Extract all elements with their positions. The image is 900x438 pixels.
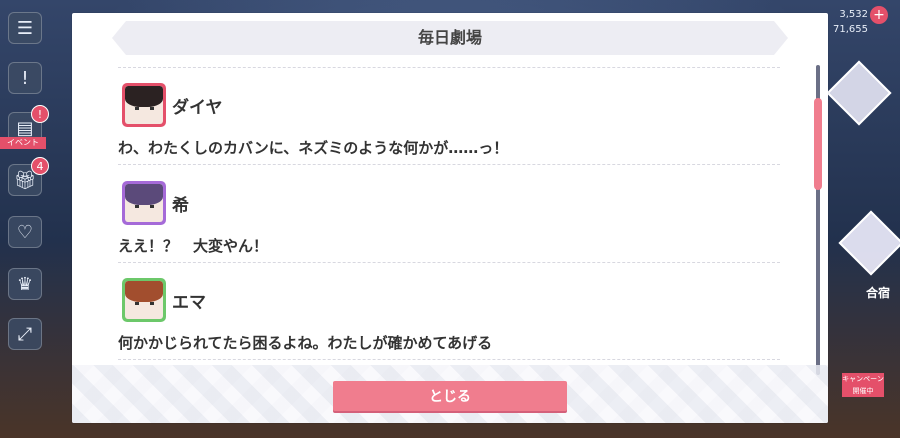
divider [118,67,780,68]
dialog-line: わ、わたくしのカバンに、ネズミのような何かが……っ！ [118,139,509,157]
campaign-tag: キャンペーン開催中 [842,373,884,397]
dialog-line: 何かかじられてたら困るよね。わたしが確かめてあげる [118,334,493,352]
event-tag: イベント [0,137,46,149]
character-face [125,184,163,222]
speaker-name: 希 [172,196,189,216]
avatar [122,181,166,225]
dialog-line: ええ！？ 大変やん！ [118,237,269,255]
present-count-badge: 4 [31,157,49,175]
side-menu: ☰ ! ▤ ! イベント 🎁︎ 4 ♡ ♛ ⤢ [0,0,60,438]
avatar [122,278,166,322]
event-icon: ▤ [16,117,34,139]
notification-badge: ! [31,105,49,123]
fullscreen-button[interactable]: ⤢ [8,318,42,350]
character-face [125,86,163,124]
trophy-button[interactable]: ♛ [8,268,42,300]
trophy-icon: ♛ [16,273,34,295]
diamond-decoration [826,60,892,126]
info-icon: ! [21,67,29,89]
speaker-name: ダイヤ [172,98,223,118]
modal-header: 毎日劇場 [112,21,788,55]
notice-button[interactable]: ! [8,62,42,94]
scrollbar-thumb[interactable] [814,98,822,190]
divider [118,164,780,165]
diamond-decoration-2 [838,210,900,276]
dialog-entry: ダイヤ わ、わたくしのカバンに、ネズミのような何かが……っ！ [118,79,780,175]
modal-title: 毎日劇場 [417,28,482,47]
modal-footer: とじる [72,365,828,423]
expand-icon: ⤢ [17,323,33,345]
resource-value-1: 3,532 [839,9,868,20]
camp-label[interactable]: 合宿 [866,284,890,301]
present-button[interactable]: 🎁︎ 4 [8,157,49,196]
heart-icon: ♡ [16,221,34,243]
menu-button[interactable]: ☰ [8,12,42,44]
close-button[interactable]: とじる [333,381,567,411]
divider [118,262,780,263]
right-panel: 3,532 + 71,655 合宿 キャンペーン開催中 [826,0,900,438]
avatar [122,83,166,127]
speaker-name: エマ [172,293,206,313]
dialog-entry: エマ 何かかじられてたら困るよね。わたしが確かめてあげる [118,274,780,370]
add-resource-button[interactable]: + [870,6,888,24]
card-button[interactable]: ♡ [8,216,42,248]
resource-value-2: 71,655 [833,24,868,35]
dialog-entry: 希 ええ！？ 大変やん！ [118,177,780,273]
daily-theater-modal: 毎日劇場 ダイヤ わ、わたくしのカバンに、ネズミのような何かが……っ！ 希 ええ… [72,13,828,423]
dialog-list[interactable]: ダイヤ わ、わたくしのカバンに、ネズミのような何かが……っ！ 希 ええ！？ 大変… [118,67,780,363]
divider [118,359,780,360]
hamburger-icon: ☰ [16,17,34,39]
character-face [125,281,163,319]
